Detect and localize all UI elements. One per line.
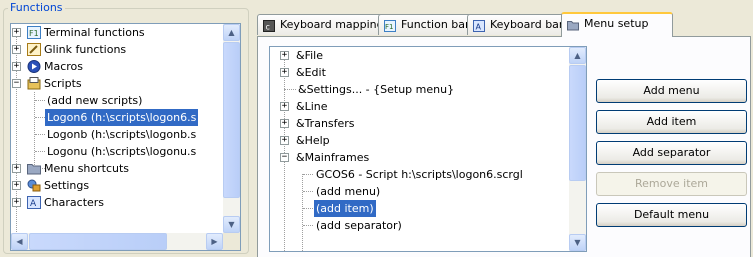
folder-icon [27, 162, 41, 175]
tree-line [303, 225, 313, 226]
characters-icon: A [27, 196, 41, 209]
keyboard-mappings-icon: c [263, 19, 275, 32]
tree-line [35, 134, 45, 135]
tree-line [34, 92, 35, 169]
expand-button[interactable]: + [12, 45, 21, 54]
tree-line [284, 89, 296, 90]
expand-button[interactable]: + [280, 102, 289, 111]
svg-text:A: A [476, 23, 482, 32]
expand-button[interactable]: + [12, 28, 21, 37]
scrollbar-thumb[interactable] [223, 42, 240, 198]
tree-line [303, 174, 313, 175]
svg-text:A: A [30, 199, 37, 209]
functions-groupbox-title: Functions [8, 1, 65, 14]
svg-text:F1: F1 [29, 29, 39, 38]
scroll-up-button[interactable]: ▲ [223, 24, 240, 41]
add-menu-button[interactable]: Add menu [596, 79, 747, 103]
scrollbar-thumb[interactable] [569, 65, 586, 181]
scroll-down-button[interactable]: ▼ [223, 216, 240, 233]
tree-line [303, 208, 313, 209]
tab-menu-setup[interactable]: Menu setup [561, 12, 673, 37]
expand-button[interactable]: + [12, 181, 21, 190]
menu-setup-icon [567, 18, 579, 31]
add-separator-button[interactable]: Add separator [596, 141, 747, 165]
tree-line [302, 174, 303, 251]
expand-button[interactable]: + [280, 51, 289, 60]
scroll-right-button[interactable]: ▶ [206, 233, 223, 250]
scroll-up-button[interactable]: ▲ [569, 47, 586, 64]
glink-functions-icon [27, 43, 41, 56]
expand-button[interactable]: + [12, 62, 21, 71]
collapse-button[interactable]: − [12, 79, 21, 88]
expand-button[interactable]: + [280, 119, 289, 128]
collapse-button[interactable]: − [280, 153, 289, 162]
functions-tree-vertical-scrollbar[interactable]: ▲ ▼ [223, 24, 240, 233]
tree-line [35, 117, 45, 118]
scrollbar-thumb[interactable] [29, 233, 167, 250]
expand-button[interactable]: + [12, 164, 21, 173]
menu-tree-vertical-scrollbar[interactable]: ▲ ▼ [569, 47, 586, 251]
expand-button[interactable]: + [280, 136, 289, 145]
functions-tree-horizontal-scrollbar[interactable]: ◀ ▶ [11, 233, 223, 250]
svg-text:c: c [266, 23, 270, 32]
terminal-functions-icon: F1 [27, 26, 41, 39]
default-menu-button[interactable]: Default menu [596, 203, 747, 227]
scroll-left-button[interactable]: ◀ [11, 233, 28, 250]
tree-line [35, 100, 45, 101]
remove-item-button[interactable]: Remove item [596, 172, 747, 196]
menu-tree[interactable]: + &File + &Edit &Settings... - {Setup me… [269, 46, 587, 252]
function-bar-icon: F1 [384, 19, 396, 32]
scripts-icon [27, 77, 41, 90]
expand-button[interactable]: + [12, 198, 21, 207]
expand-button[interactable]: + [280, 68, 289, 77]
tree-line [303, 191, 313, 192]
tree-line [35, 151, 45, 152]
keyboard-bar-icon: A [473, 19, 485, 32]
add-item-button[interactable]: Add item [596, 110, 747, 134]
macros-icon [27, 60, 41, 73]
scrollbar-corner [223, 233, 240, 250]
scroll-down-button[interactable]: ▼ [569, 234, 586, 251]
settings-icon [27, 179, 41, 192]
functions-tree[interactable]: + F1 Terminal functions + Glink function… [10, 23, 241, 251]
svg-text:F1: F1 [385, 23, 393, 31]
